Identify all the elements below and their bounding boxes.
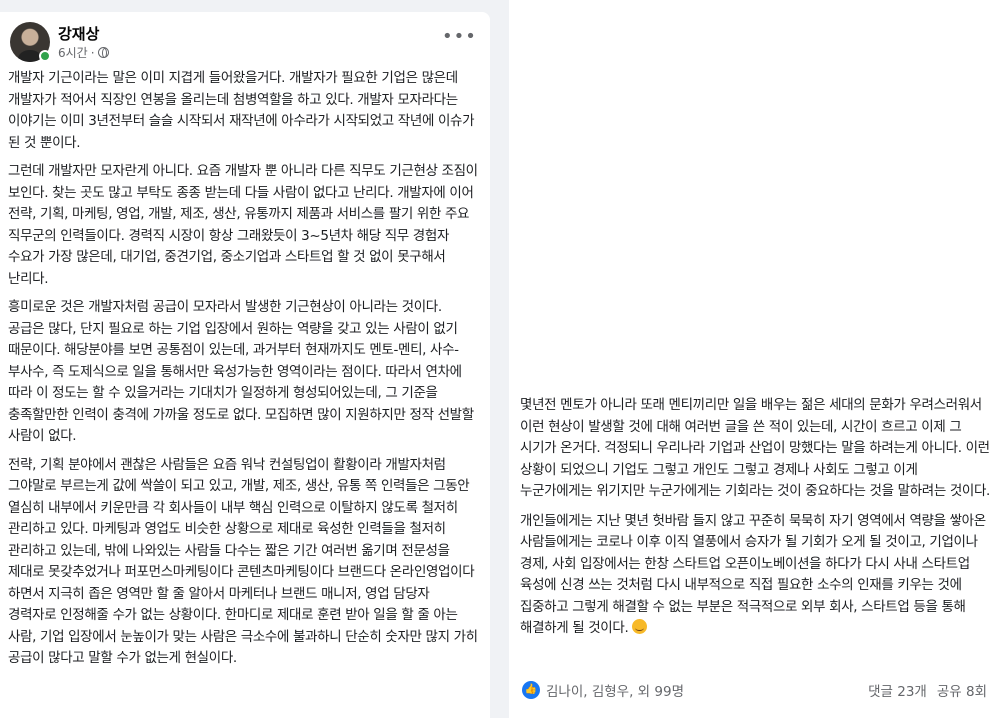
post-body-continuation: 몇년전 멘토가 아니라 또래 멘티끼리만 일을 배우는 젊은 세대의 문화가 우… bbox=[520, 395, 990, 648]
online-status-icon bbox=[39, 50, 51, 62]
smiling-face-emoji-icon bbox=[632, 619, 648, 634]
post-header: 강재상 6시간 · ••• bbox=[8, 20, 482, 66]
meta-separator: · bbox=[90, 45, 95, 60]
post-paragraph: 흥미로운 것은 개발자처럼 공급이 모자라서 발생한 기근현상이 아니라는 것이… bbox=[8, 299, 474, 444]
post-card-left: 강재상 6시간 · ••• 개발자 기근이라는 말은 이미 지겹게 들어왔을거다… bbox=[0, 12, 490, 718]
post-paragraph: 몇년전 멘토가 아니라 또래 멘티끼리만 일을 배우는 젊은 세대의 문화가 우… bbox=[520, 397, 990, 499]
post-card-right: 몇년전 멘토가 아니라 또래 멘티끼리만 일을 배우는 젊은 세대의 문화가 우… bbox=[509, 0, 997, 718]
post-footer: 👍 김나이, 김형우, 외 99명 댓글 23개 공유 8회 bbox=[522, 679, 987, 701]
post-meta: 6시간 · bbox=[58, 44, 109, 61]
author-name[interactable]: 강재상 bbox=[58, 23, 99, 44]
post-body: 개발자 기근이라는 말은 이미 지겹게 들어왔을거다. 개발자가 필요한 기업은… bbox=[8, 68, 478, 677]
like-reaction-icon[interactable]: 👍 bbox=[522, 681, 540, 699]
post-time[interactable]: 6시간 bbox=[58, 44, 88, 61]
post-paragraph-with-emoji: 개인들에게는 지난 몇년 헛바람 들지 않고 꾸준히 묵묵히 자기 영역에서 역… bbox=[520, 511, 990, 640]
globe-icon[interactable] bbox=[97, 47, 109, 58]
post-paragraph: 그런데 개발자만 모자란게 아니다. 요즘 개발자 뿐 아니라 다른 직무도 기… bbox=[8, 163, 478, 287]
shares-count-link[interactable]: 공유 8회 bbox=[937, 680, 987, 700]
post-paragraph-text: 개인들에게는 지난 몇년 헛바람 들지 않고 꾸준히 묵묵히 자기 영역에서 역… bbox=[520, 512, 986, 637]
post-paragraph: 개발자 기근이라는 말은 이미 지겹게 들어왔을거다. 개발자가 필요한 기업은… bbox=[8, 70, 475, 151]
more-options-button[interactable]: ••• bbox=[442, 28, 476, 50]
reactors-link[interactable]: 김나이, 김형우, 외 99명 bbox=[546, 680, 868, 700]
post-paragraph: 전략, 기획 분야에서 괜찮은 사람들은 요즘 워낙 컨설팅업이 활황이라 개발… bbox=[8, 456, 478, 667]
comments-count-link[interactable]: 댓글 23개 bbox=[868, 680, 927, 700]
